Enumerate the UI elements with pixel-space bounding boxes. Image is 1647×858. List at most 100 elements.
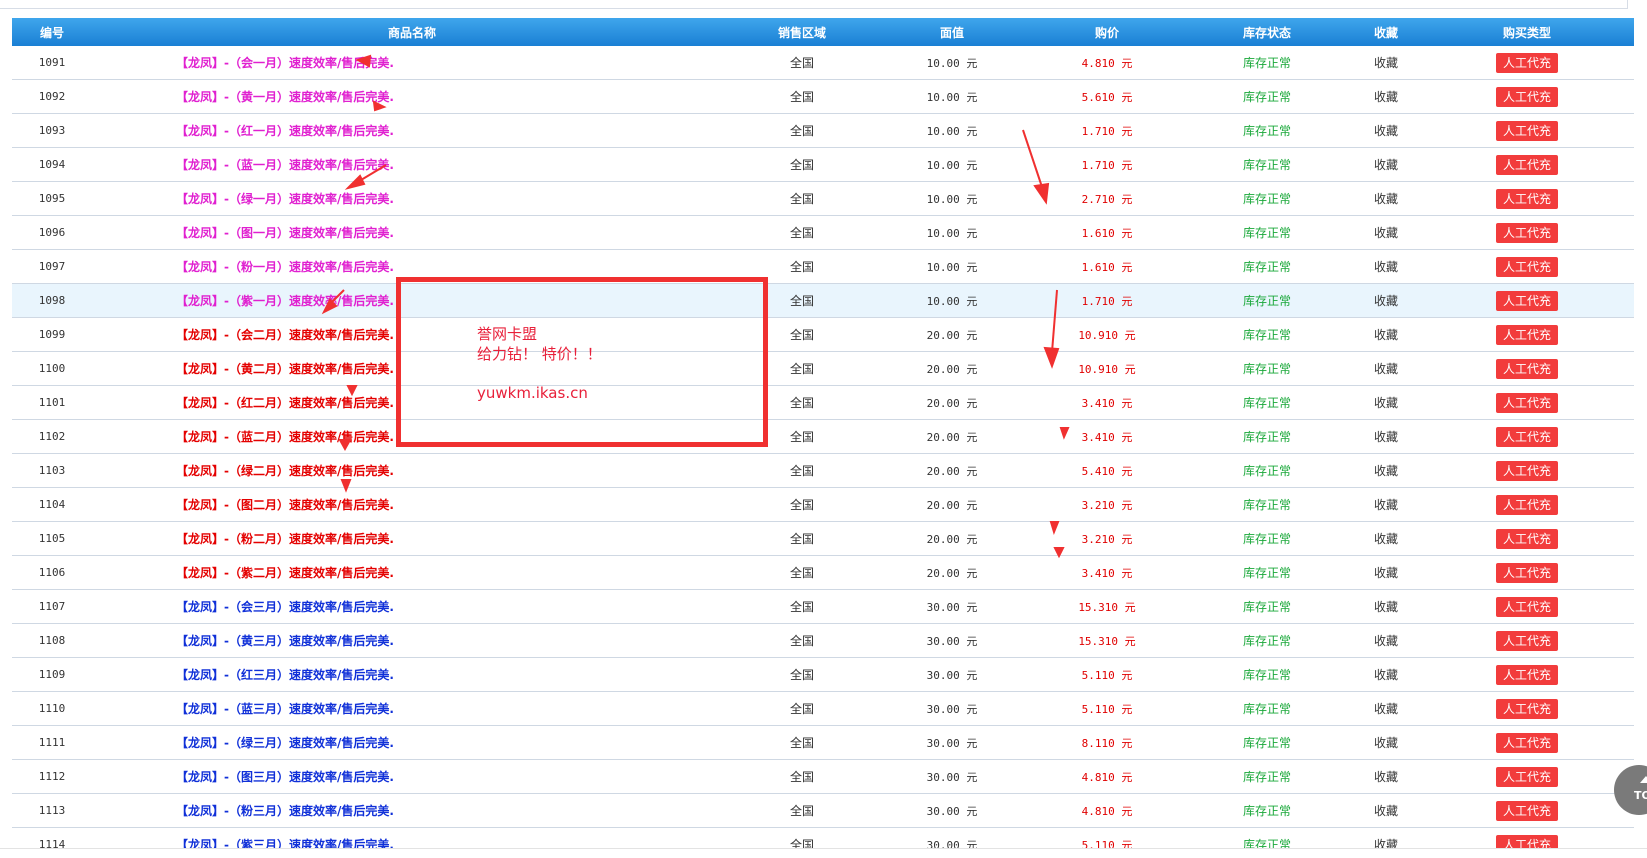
product-link[interactable]: 【龙凤】-（绿二月）速度效率/售后完美. — [176, 464, 394, 478]
product-link[interactable]: 【龙凤】-（紫二月）速度效率/售后完美. — [176, 566, 394, 580]
cell-fav[interactable]: 收藏 — [1352, 487, 1420, 522]
cell-name[interactable]: 【龙凤】-（会一月）速度效率/售后完美. — [92, 46, 732, 80]
cell-name[interactable]: 【龙凤】-（蓝三月）速度效率/售后完美. — [92, 691, 732, 726]
cell-fav[interactable]: 收藏 — [1352, 249, 1420, 284]
cell-buy[interactable]: 人工代充 — [1420, 521, 1634, 556]
cell-name[interactable]: 【龙凤】-（黄一月）速度效率/售后完美. — [92, 79, 732, 114]
cell-buy[interactable]: 人工代充 — [1420, 759, 1634, 794]
cell-name[interactable]: 【龙凤】-（紫三月）速度效率/售后完美. — [92, 827, 732, 848]
cell-name[interactable]: 【龙凤】-（绿三月）速度效率/售后完美. — [92, 725, 732, 760]
cell-buy[interactable]: 人工代充 — [1420, 555, 1634, 590]
buy-button[interactable]: 人工代充 — [1495, 562, 1558, 583]
cell-buy[interactable]: 人工代充 — [1420, 46, 1634, 80]
cell-name[interactable]: 【龙凤】-（图一月）速度效率/售后完美. — [92, 215, 732, 250]
cell-buy[interactable]: 人工代充 — [1420, 249, 1634, 284]
product-link[interactable]: 【龙凤】-（蓝二月）速度效率/售后完美. — [176, 430, 394, 444]
cell-buy[interactable]: 人工代充 — [1420, 657, 1634, 692]
cell-name[interactable]: 【龙凤】-（粉二月）速度效率/售后完美. — [92, 521, 732, 556]
buy-button[interactable]: 人工代充 — [1495, 528, 1558, 549]
cell-fav[interactable]: 收藏 — [1352, 79, 1420, 114]
buy-button[interactable]: 人工代充 — [1495, 120, 1558, 141]
cell-buy[interactable]: 人工代充 — [1420, 589, 1634, 624]
cell-buy[interactable]: 人工代充 — [1420, 215, 1634, 250]
product-link[interactable]: 【龙凤】-（红一月）速度效率/售后完美. — [176, 124, 394, 138]
product-link[interactable]: 【龙凤】-（蓝一月）速度效率/售后完美. — [176, 158, 394, 172]
product-link[interactable]: 【龙凤】-（黄一月）速度效率/售后完美. — [176, 90, 394, 104]
cell-fav[interactable]: 收藏 — [1352, 181, 1420, 216]
cell-name[interactable]: 【龙凤】-（蓝一月）速度效率/售后完美. — [92, 147, 732, 182]
cell-name[interactable]: 【龙凤】-（图二月）速度效率/售后完美. — [92, 487, 732, 522]
cell-fav[interactable]: 收藏 — [1352, 453, 1420, 488]
cell-buy[interactable]: 人工代充 — [1420, 79, 1634, 114]
cell-buy[interactable]: 人工代充 — [1420, 351, 1634, 386]
cell-fav[interactable]: 收藏 — [1352, 725, 1420, 760]
cell-buy[interactable]: 人工代充 — [1420, 147, 1634, 182]
product-link[interactable]: 【龙凤】-（绿三月）速度效率/售后完美. — [176, 736, 394, 750]
product-link[interactable]: 【龙凤】-（紫一月）速度效率/售后完美. — [176, 294, 394, 308]
cell-fav[interactable]: 收藏 — [1352, 793, 1420, 828]
product-link[interactable]: 【龙凤】-（会二月）速度效率/售后完美. — [176, 328, 394, 342]
cell-buy[interactable]: 人工代充 — [1420, 317, 1634, 352]
cell-buy[interactable]: 人工代充 — [1420, 793, 1634, 828]
cell-fav[interactable]: 收藏 — [1352, 759, 1420, 794]
cell-buy[interactable]: 人工代充 — [1420, 113, 1634, 148]
product-link[interactable]: 【龙凤】-（图二月）速度效率/售后完美. — [176, 498, 394, 512]
cell-fav[interactable]: 收藏 — [1352, 691, 1420, 726]
cell-fav[interactable]: 收藏 — [1352, 113, 1420, 148]
product-link[interactable]: 【龙凤】-（红三月）速度效率/售后完美. — [176, 668, 394, 682]
buy-button[interactable]: 人工代充 — [1495, 52, 1558, 73]
buy-button[interactable]: 人工代充 — [1495, 358, 1558, 379]
buy-button[interactable]: 人工代充 — [1495, 188, 1558, 209]
cell-fav[interactable]: 收藏 — [1352, 555, 1420, 590]
product-link[interactable]: 【龙凤】-（紫三月）速度效率/售后完美. — [176, 838, 394, 848]
product-link[interactable]: 【龙凤】-（图三月）速度效率/售后完美. — [176, 770, 394, 784]
product-link[interactable]: 【龙凤】-（会三月）速度效率/售后完美. — [176, 600, 394, 614]
cell-buy[interactable]: 人工代充 — [1420, 827, 1634, 848]
cell-name[interactable]: 【龙凤】-（会三月）速度效率/售后完美. — [92, 589, 732, 624]
cell-name[interactable]: 【龙凤】-（图三月）速度效率/售后完美. — [92, 759, 732, 794]
product-link[interactable]: 【龙凤】-（图一月）速度效率/售后完美. — [176, 226, 394, 240]
buy-button[interactable]: 人工代充 — [1495, 324, 1558, 345]
buy-button[interactable]: 人工代充 — [1495, 664, 1558, 685]
product-link[interactable]: 【龙凤】-（红二月）速度效率/售后完美. — [176, 396, 394, 410]
cell-fav[interactable]: 收藏 — [1352, 657, 1420, 692]
cell-buy[interactable]: 人工代充 — [1420, 691, 1634, 726]
cell-fav[interactable]: 收藏 — [1352, 283, 1420, 318]
cell-name[interactable]: 【龙凤】-（红一月）速度效率/售后完美. — [92, 113, 732, 148]
buy-button[interactable]: 人工代充 — [1495, 800, 1558, 821]
cell-buy[interactable]: 人工代充 — [1420, 181, 1634, 216]
cell-fav[interactable]: 收藏 — [1352, 827, 1420, 848]
cell-name[interactable]: 【龙凤】-（绿二月）速度效率/售后完美. — [92, 453, 732, 488]
scrollbar[interactable] — [1637, 18, 1647, 848]
cell-fav[interactable]: 收藏 — [1352, 351, 1420, 386]
cell-name[interactable]: 【龙凤】-（红三月）速度效率/售后完美. — [92, 657, 732, 692]
cell-name[interactable]: 【龙凤】-（紫二月）速度效率/售后完美. — [92, 555, 732, 590]
cell-name[interactable]: 【龙凤】-（粉三月）速度效率/售后完美. — [92, 793, 732, 828]
cell-fav[interactable]: 收藏 — [1352, 419, 1420, 454]
buy-button[interactable]: 人工代充 — [1495, 86, 1558, 107]
buy-button[interactable]: 人工代充 — [1495, 460, 1558, 481]
product-link[interactable]: 【龙凤】-（粉一月）速度效率/售后完美. — [176, 260, 394, 274]
cell-buy[interactable]: 人工代充 — [1420, 419, 1634, 454]
cell-buy[interactable]: 人工代充 — [1420, 453, 1634, 488]
cell-fav[interactable]: 收藏 — [1352, 147, 1420, 182]
buy-button[interactable]: 人工代充 — [1495, 698, 1558, 719]
product-link[interactable]: 【龙凤】-（会一月）速度效率/售后完美. — [176, 56, 394, 70]
buy-button[interactable]: 人工代充 — [1495, 426, 1558, 447]
buy-button[interactable]: 人工代充 — [1495, 630, 1558, 651]
buy-button[interactable]: 人工代充 — [1495, 392, 1558, 413]
buy-button[interactable]: 人工代充 — [1495, 766, 1558, 787]
cell-buy[interactable]: 人工代充 — [1420, 725, 1634, 760]
cell-fav[interactable]: 收藏 — [1352, 317, 1420, 352]
buy-button[interactable]: 人工代充 — [1495, 596, 1558, 617]
cell-fav[interactable]: 收藏 — [1352, 623, 1420, 658]
buy-button[interactable]: 人工代充 — [1495, 732, 1558, 753]
buy-button[interactable]: 人工代充 — [1495, 290, 1558, 311]
product-link[interactable]: 【龙凤】-（蓝三月）速度效率/售后完美. — [176, 702, 394, 716]
cell-fav[interactable]: 收藏 — [1352, 215, 1420, 250]
cell-name[interactable]: 【龙凤】-（绿一月）速度效率/售后完美. — [92, 181, 732, 216]
product-link[interactable]: 【龙凤】-（黄二月）速度效率/售后完美. — [176, 362, 394, 376]
cell-fav[interactable]: 收藏 — [1352, 521, 1420, 556]
buy-button[interactable]: 人工代充 — [1495, 256, 1558, 277]
cell-buy[interactable]: 人工代充 — [1420, 487, 1634, 522]
